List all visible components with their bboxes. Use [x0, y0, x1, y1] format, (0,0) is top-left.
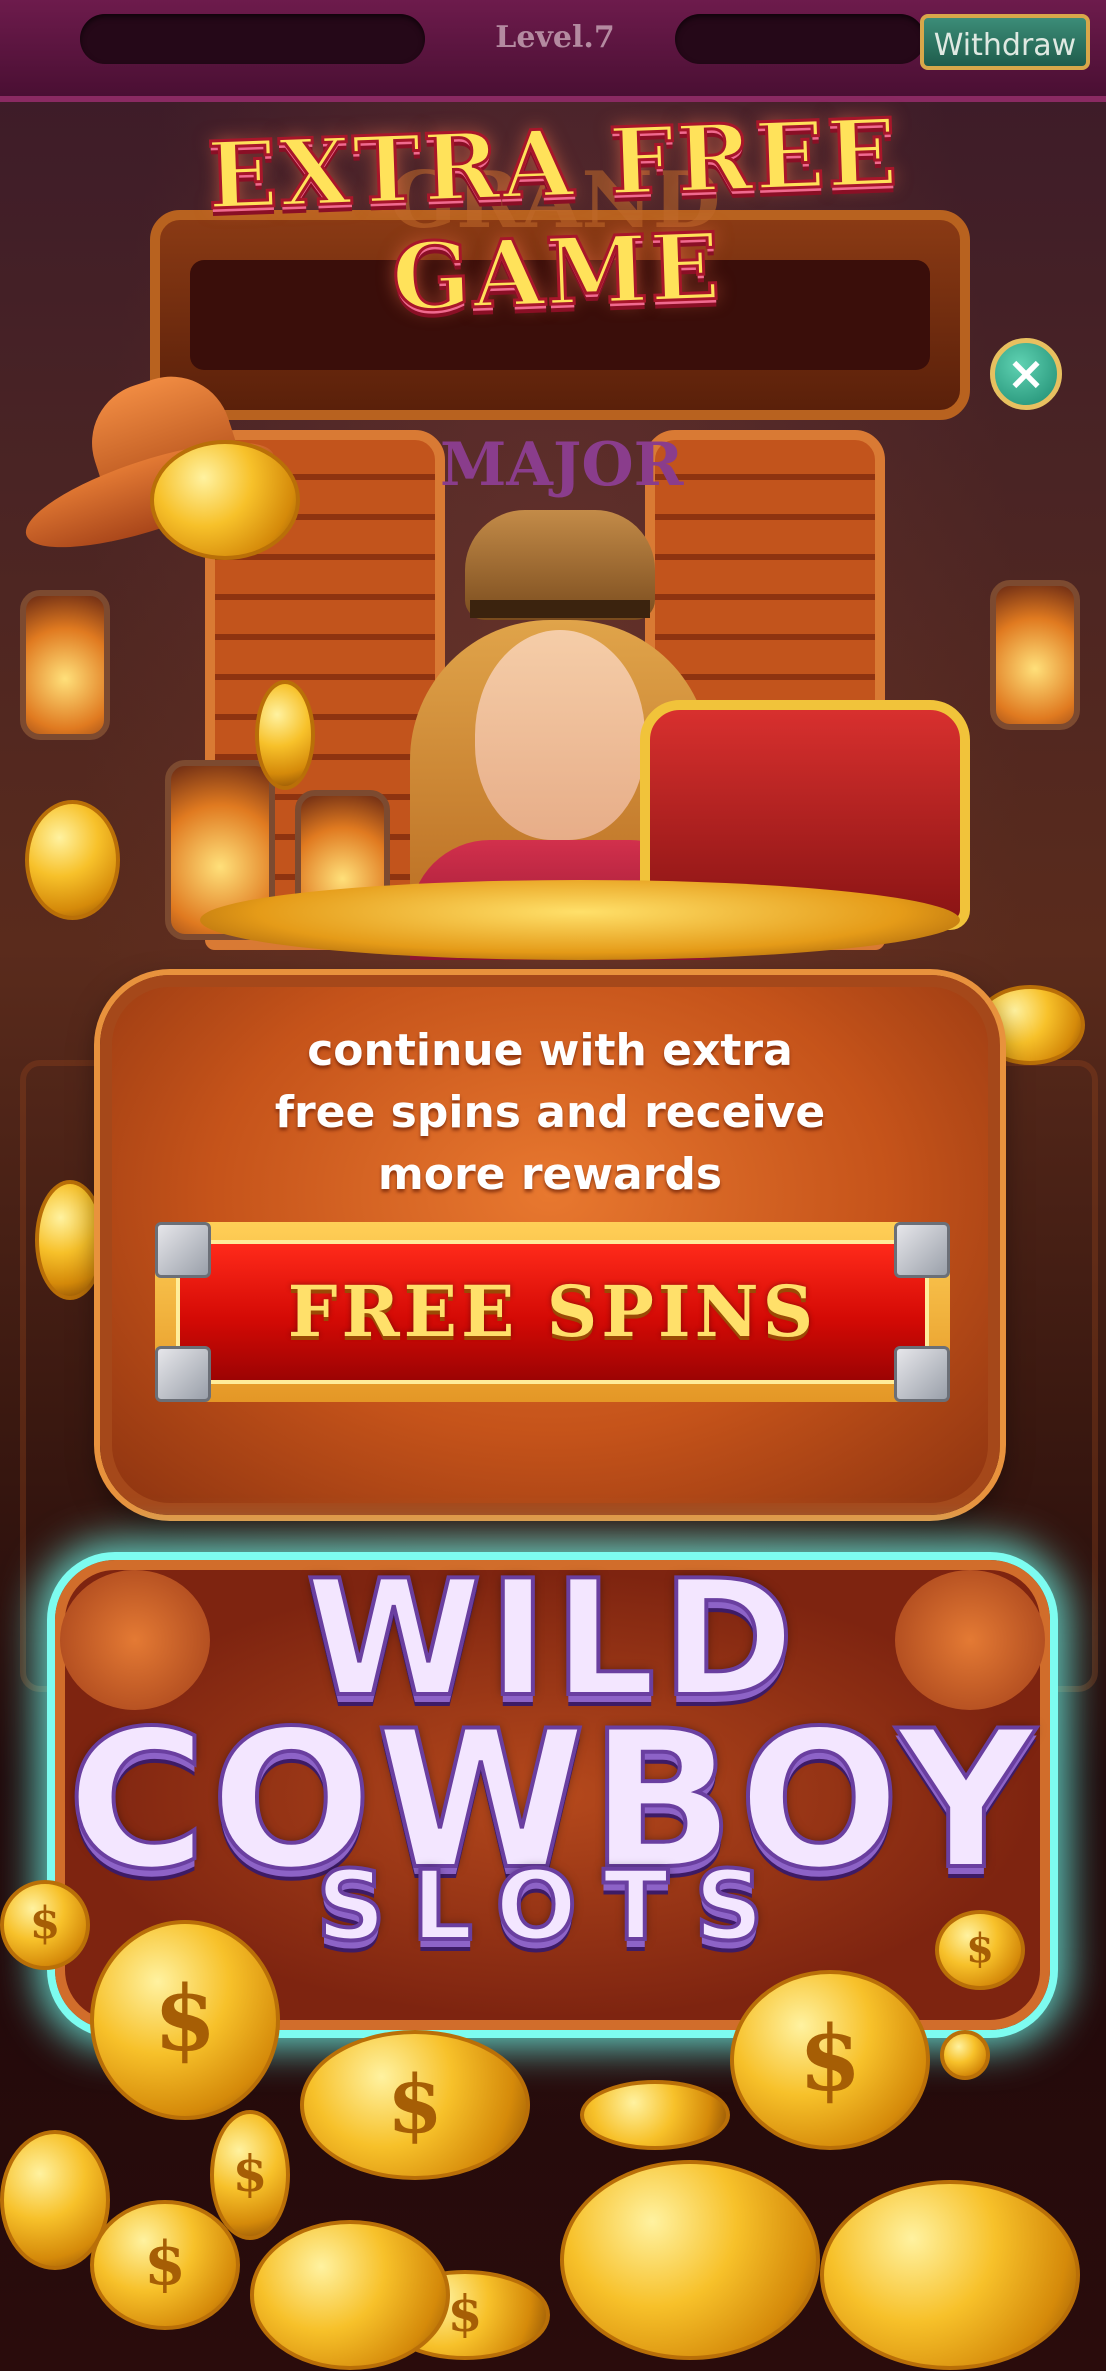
- free-spins-button[interactable]: FREE SPINS: [176, 1240, 929, 1384]
- coin-icon: [35, 1180, 105, 1300]
- frame-corner: [894, 1222, 950, 1278]
- popup-message-line: continue with extra: [307, 1025, 793, 1076]
- coin-icon: [250, 2220, 450, 2370]
- level-label: Level.7: [495, 20, 615, 55]
- dollar-coin-icon: $: [935, 1910, 1025, 1990]
- major-jackpot-label: MAJOR: [440, 430, 684, 500]
- coin-icon: [580, 2080, 730, 2150]
- popup-message-line: more rewards: [377, 1149, 723, 1200]
- gold-pile: [200, 880, 960, 960]
- coin-icon: [25, 800, 120, 920]
- coin-balance-slot: [80, 14, 425, 64]
- coin-icon: [820, 2180, 1080, 2370]
- frame-corner: [894, 1346, 950, 1402]
- close-icon: ×: [1006, 346, 1046, 400]
- frame-corner: [155, 1346, 211, 1402]
- popup-title: EXTRA FREE GAME: [204, 96, 902, 333]
- dollar-coin-icon: $: [730, 1970, 930, 2150]
- close-button[interactable]: ×: [990, 338, 1062, 410]
- dollar-coin-icon: $: [300, 2030, 530, 2180]
- coin-icon: [150, 440, 300, 560]
- top-bar: Level.7 Withdraw: [0, 0, 1106, 102]
- lantern-icon: [990, 580, 1080, 730]
- coin-icon: [560, 2160, 820, 2360]
- frame-corner: [155, 1222, 211, 1278]
- dollar-coin-icon: $: [0, 1880, 90, 1970]
- dollar-coin-icon: $: [210, 2110, 290, 2240]
- dollar-coin-icon: $: [90, 2200, 240, 2330]
- coin-icon: [940, 2030, 990, 2080]
- popup-message-line: free spins and receive: [274, 1087, 826, 1138]
- popup-message: continue with extra free spins and recei…: [240, 1020, 860, 1206]
- coin-icon: [255, 680, 315, 790]
- withdraw-button[interactable]: Withdraw: [920, 14, 1090, 70]
- coin-icon: [0, 2130, 110, 2270]
- cash-balance-slot: [675, 14, 925, 64]
- dollar-coin-icon: $: [90, 1920, 280, 2120]
- lantern-icon: [20, 590, 110, 740]
